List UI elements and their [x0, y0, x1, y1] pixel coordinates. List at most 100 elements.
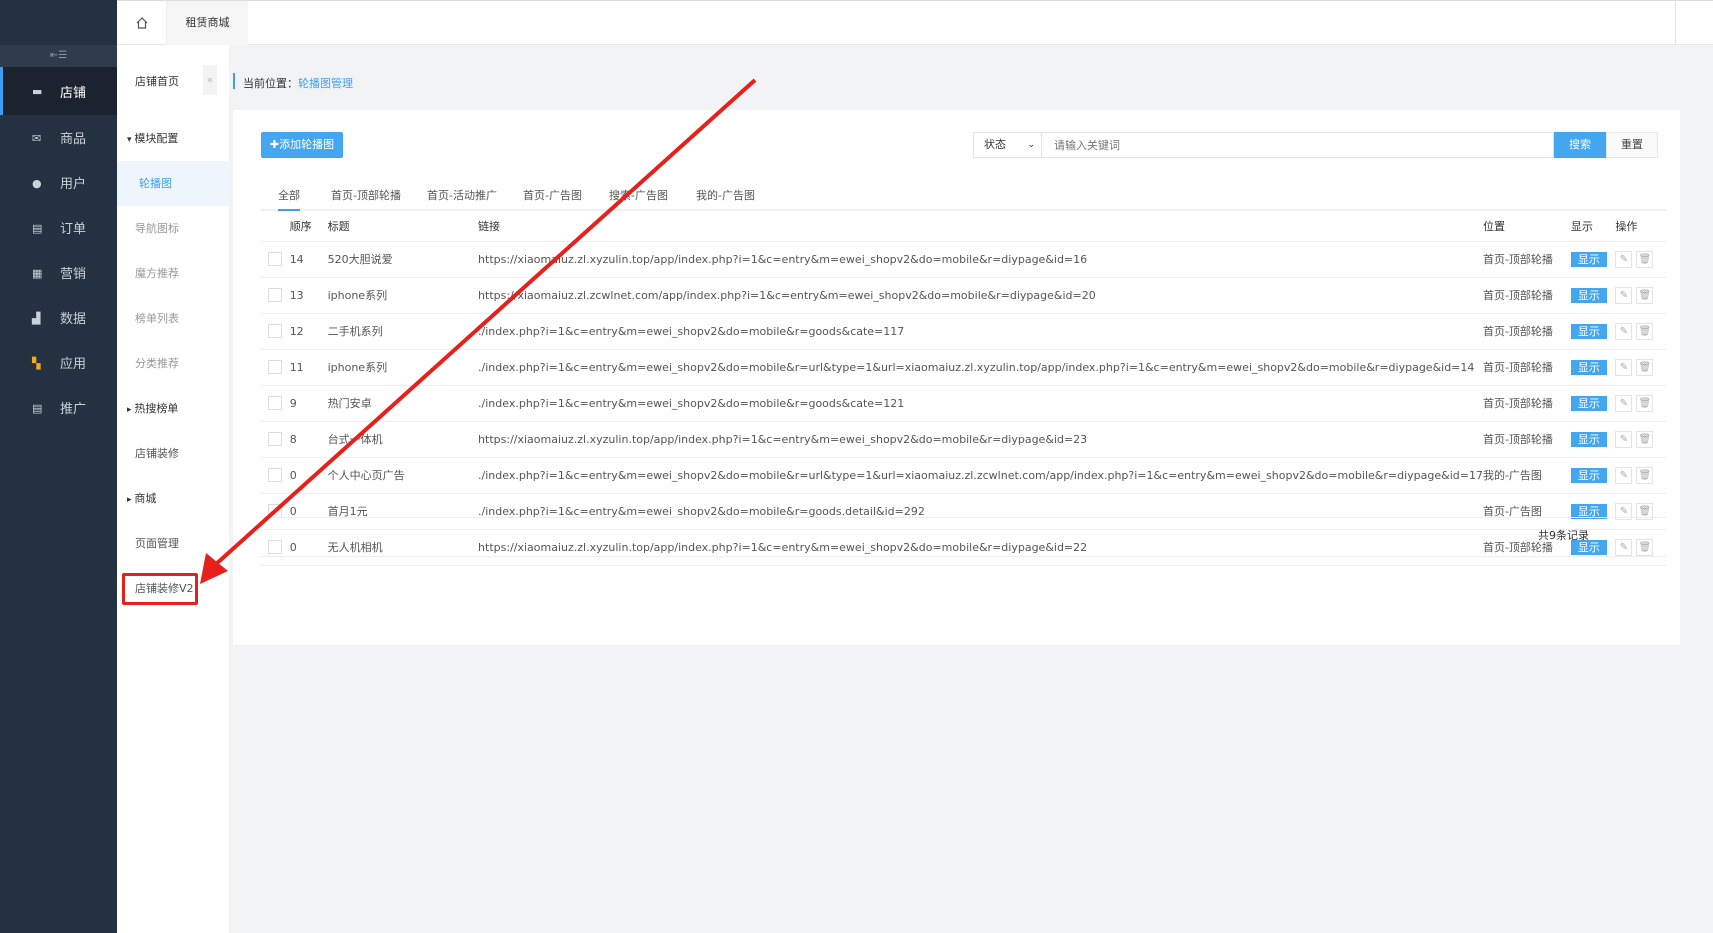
sidebar-item-3[interactable]: ▤ 订单	[0, 205, 117, 250]
display-toggle[interactable]: 显示	[1570, 468, 1607, 483]
tab-rental-mall[interactable]: 租赁商城	[167, 1, 248, 45]
display-toggle[interactable]: 显示	[1570, 288, 1607, 303]
tab-4[interactable]: 搜索-广告图	[609, 180, 668, 211]
header-actions: 操作	[1615, 211, 1666, 242]
nav-icon: ▚	[32, 356, 41, 370]
edit-icon[interactable]: ✎	[1615, 466, 1633, 484]
collapse-subnav-button[interactable]: «	[203, 65, 217, 95]
row-checkbox-cell	[261, 385, 290, 422]
tab-2[interactable]: 首页-活动推广	[427, 180, 497, 211]
sidebar-item-5[interactable]: ▟ 数据	[0, 295, 117, 340]
edit-icon[interactable]: ✎	[1615, 322, 1633, 340]
title-cell: 热门安卓	[327, 385, 479, 422]
link-cell: https://xiaomaiuz.zl.xyzulin.top/app/ind…	[478, 421, 1483, 458]
banner-table: 顺序 标题 链接 位置 显示 操作 14 520大胆说爱 https://xia…	[261, 211, 1666, 566]
row-checkbox[interactable]	[268, 288, 282, 302]
trash-icon[interactable]: 🗑	[1636, 322, 1654, 340]
display-toggle[interactable]: 显示	[1570, 324, 1607, 339]
subnav-item-3[interactable]: 魔方推荐	[117, 251, 229, 296]
sidebar-item-2[interactable]: ● 用户	[0, 160, 117, 205]
edit-icon[interactable]: ✎	[1615, 538, 1633, 556]
search-button[interactable]: 搜索	[1554, 132, 1606, 158]
trash-icon[interactable]: 🗑	[1636, 358, 1654, 376]
table-row: 0 无人机相机 https://xiaomaiuz.zl.xyzulin.top…	[261, 529, 1666, 566]
divider	[1675, 1, 1676, 45]
row-checkbox[interactable]	[268, 540, 282, 554]
status-select[interactable]: 状态 ⌄	[973, 132, 1042, 158]
edit-icon[interactable]: ✎	[1615, 250, 1633, 268]
tab-5[interactable]: 我的-广告图	[696, 180, 755, 211]
collapse-menu-icon[interactable]: ⇤☰	[0, 45, 117, 67]
sidebar-item-1[interactable]: ✉ 商品	[0, 115, 117, 160]
table-row: 0 首月1元 ./index.php?i=1&c=entry&m=ewei_sh…	[261, 493, 1666, 530]
row-checkbox[interactable]	[268, 468, 282, 482]
tab-3[interactable]: 首页-广告图	[523, 180, 582, 211]
sidebar-item-4[interactable]: ▦ 营销	[0, 250, 117, 295]
sidebar-item-label: 应用	[60, 357, 87, 372]
row-checkbox-cell	[261, 277, 290, 314]
subnav-item-4[interactable]: 榜单列表	[117, 296, 229, 341]
subnav-item-5[interactable]: 分类推荐	[117, 341, 229, 386]
add-banner-button[interactable]: ✚添加轮播图	[261, 132, 343, 158]
row-checkbox[interactable]	[268, 324, 282, 338]
display-toggle[interactable]: 显示	[1570, 396, 1607, 411]
breadcrumb-current[interactable]: 轮播图管理	[298, 77, 353, 90]
edit-icon[interactable]: ✎	[1615, 430, 1633, 448]
row-checkbox[interactable]	[268, 252, 282, 266]
row-checkbox[interactable]	[268, 360, 282, 374]
subnav-item-2[interactable]: 导航图标	[117, 206, 229, 251]
title-cell: 无人机相机	[327, 529, 479, 566]
row-checkbox[interactable]	[268, 396, 282, 410]
subnav-item-7[interactable]: 店铺装修	[117, 431, 229, 476]
trash-icon[interactable]: 🗑	[1636, 430, 1654, 448]
table-row: 13 iphone系列 https://xiaomaiuz.zl.zcwlnet…	[261, 277, 1666, 314]
trash-icon[interactable]: 🗑	[1636, 286, 1654, 304]
sidebar-item-label: 数据	[60, 312, 87, 327]
sidebar-item-6[interactable]: ▚ 应用	[0, 340, 117, 385]
trash-icon[interactable]: 🗑	[1636, 538, 1654, 556]
sidebar-item-0[interactable]: ▬ 店铺	[0, 67, 117, 115]
order-cell: 0	[289, 457, 328, 494]
sidebar-item-7[interactable]: ▤ 推广	[0, 385, 117, 430]
table-row: 9 热门安卓 ./index.php?i=1&c=entry&m=ewei_sh…	[261, 385, 1666, 422]
header-checkbox-col	[261, 211, 290, 242]
row-checkbox-cell	[261, 529, 290, 566]
keyword-input[interactable]	[1042, 132, 1554, 158]
link-cell: https://xiaomaiuz.zl.xyzulin.top/app/ind…	[478, 241, 1483, 278]
actions-cell: ✎ 🗑	[1615, 493, 1666, 530]
display-toggle[interactable]: 显示	[1570, 432, 1607, 447]
record-count: 共9条记录	[1538, 529, 1589, 542]
nav-icon: ●	[32, 176, 42, 190]
subnav-item-6[interactable]: ▸ 热搜榜单	[117, 386, 229, 431]
subnav-item-8[interactable]: ▸ 商城	[117, 476, 229, 521]
edit-icon[interactable]: ✎	[1615, 358, 1633, 376]
position-cell: 首页-顶部轮播	[1482, 313, 1571, 350]
row-checkbox[interactable]	[268, 432, 282, 446]
trash-icon[interactable]: 🗑	[1636, 466, 1654, 484]
sidebar-item-label: 店铺	[60, 85, 87, 101]
edit-icon[interactable]: ✎	[1615, 286, 1633, 304]
trash-icon[interactable]: 🗑	[1636, 250, 1654, 268]
tab-0[interactable]: 全部	[278, 180, 300, 211]
link-cell: ./index.php?i=1&c=entry&m=ewei_shopv2&do…	[478, 457, 1483, 494]
row-checkbox[interactable]	[268, 504, 282, 518]
display-cell: 显示	[1570, 385, 1616, 422]
home-tab[interactable]	[117, 1, 167, 45]
header-title: 标题	[327, 211, 479, 242]
subnav-label: 页面管理	[135, 537, 179, 550]
actions-cell: ✎ 🗑	[1615, 277, 1666, 314]
reset-button[interactable]: 重置	[1606, 132, 1658, 158]
display-toggle[interactable]: 显示	[1570, 360, 1607, 375]
subnav-item-1[interactable]: 轮播图	[117, 161, 229, 206]
edit-icon[interactable]: ✎	[1615, 394, 1633, 412]
subnav-item-0[interactable]: ▾ 模块配置	[117, 116, 229, 161]
title-cell: 首月1元	[327, 493, 479, 530]
trash-icon[interactable]: 🗑	[1636, 394, 1654, 412]
subnav-item-9[interactable]: 页面管理	[117, 521, 229, 566]
display-toggle[interactable]: 显示	[1570, 252, 1607, 267]
tab-1[interactable]: 首页-顶部轮播	[331, 180, 401, 211]
row-checkbox-cell	[261, 349, 290, 386]
content-card: ✚添加轮播图 状态⌄ 搜索 重置 全部首页-顶部轮播首页-活动推广首页-广告图搜…	[233, 110, 1680, 645]
title-cell: 台式一体机	[327, 421, 479, 458]
link-cell: ./index.php?i=1&c=entry&m=ewei_shopv2&do…	[478, 349, 1483, 386]
